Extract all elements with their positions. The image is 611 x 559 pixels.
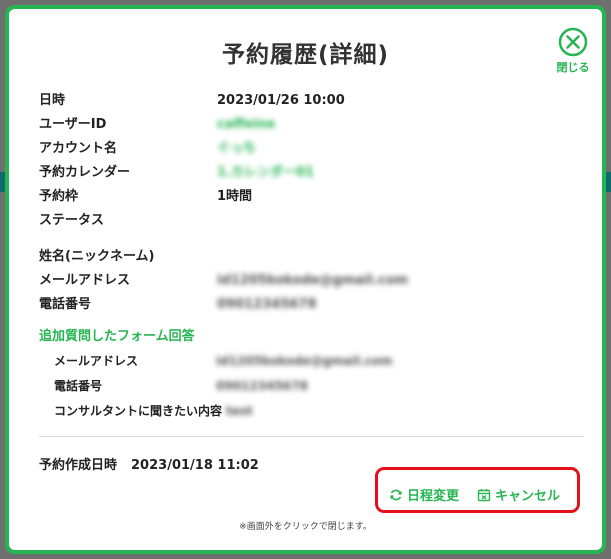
divider	[39, 436, 584, 437]
cancel-label: キャンセル	[495, 489, 561, 504]
contact-row-name: 姓名(ニックネーム)	[39, 248, 217, 266]
refresh-icon	[390, 489, 402, 501]
detail-label: アカウント名	[39, 141, 118, 156]
contact-label: 電話番号	[39, 297, 92, 312]
form-answer-value: 09012345678	[216, 379, 308, 393]
contact-value: 09012345678	[217, 297, 317, 312]
user-id-link[interactable]: caffeine	[217, 117, 275, 132]
detail-row-user-id: ユーザーID caffeine	[39, 116, 275, 134]
calendar-link[interactable]: 1.カレンダー01	[217, 165, 314, 180]
modal-title: 予約履歴(詳細)	[221, 42, 390, 68]
reschedule-button[interactable]: 日程変更	[389, 485, 459, 504]
reschedule-label: 日程変更	[407, 489, 460, 504]
form-answer-value: id1205kokode@gmail.com	[216, 354, 393, 368]
account-name-link[interactable]: ぐっち	[217, 141, 256, 156]
created-label: 予約作成日時	[39, 458, 118, 473]
detail-label: ステータス	[39, 213, 105, 228]
detail-row-slot: 予約枠 1時間	[39, 188, 252, 206]
calendar-cancel-icon	[477, 489, 491, 502]
reservation-detail-modal: 予約履歴(詳細) 閉じる 日時 2023/01/26 10:00 ユーザーID ca…	[5, 5, 606, 554]
close-hint: ※画面外をクリックで閉じます。	[239, 522, 372, 532]
detail-row-datetime: 日時 2023/01/26 10:00	[39, 92, 345, 110]
form-answer-row: メールアドレス id1205kokode@gmail.com	[54, 353, 392, 369]
contact-value: id1205kokode@gmail.com	[217, 273, 409, 288]
detail-value: 2023/01/26 10:00	[217, 93, 345, 108]
form-answer-row: コンサルタントに聞きたい内容 test	[54, 403, 253, 419]
form-section-title: 追加質問したフォーム回答	[39, 329, 195, 344]
cancel-button[interactable]: キャンセル	[477, 485, 560, 504]
detail-row-status: ステータス	[39, 212, 217, 230]
close-icon	[558, 27, 588, 57]
detail-label: 予約枠	[39, 189, 79, 204]
detail-row-calendar: 予約カレンダー 1.カレンダー01	[39, 164, 314, 182]
detail-label: 予約カレンダー	[39, 165, 131, 180]
contact-label: メールアドレス	[39, 273, 131, 288]
close-button[interactable]: 閉じる	[553, 27, 593, 75]
detail-value: 1時間	[217, 189, 253, 204]
detail-label: ユーザーID	[39, 117, 107, 132]
detail-label: 日時	[39, 93, 66, 108]
created-datetime-row: 予約作成日時 2023/01/18 11:02	[39, 454, 259, 473]
form-answer-label: コンサルタントに聞きたい内容	[54, 404, 223, 418]
created-value: 2023/01/18 11:02	[131, 458, 259, 473]
contact-row-phone: 電話番号 09012345678	[39, 296, 317, 314]
contact-label: 姓名(ニックネーム)	[39, 249, 155, 264]
contact-row-email: メールアドレス id1205kokode@gmail.com	[39, 272, 408, 290]
close-label: 閉じる	[556, 61, 590, 74]
detail-row-account-name: アカウント名 ぐっち	[39, 140, 256, 158]
form-answer-value: test	[226, 404, 253, 418]
form-answer-label: 電話番号	[54, 379, 103, 393]
form-answer-label: メールアドレス	[54, 354, 139, 368]
form-answer-row: 電話番号 09012345678	[54, 378, 308, 394]
